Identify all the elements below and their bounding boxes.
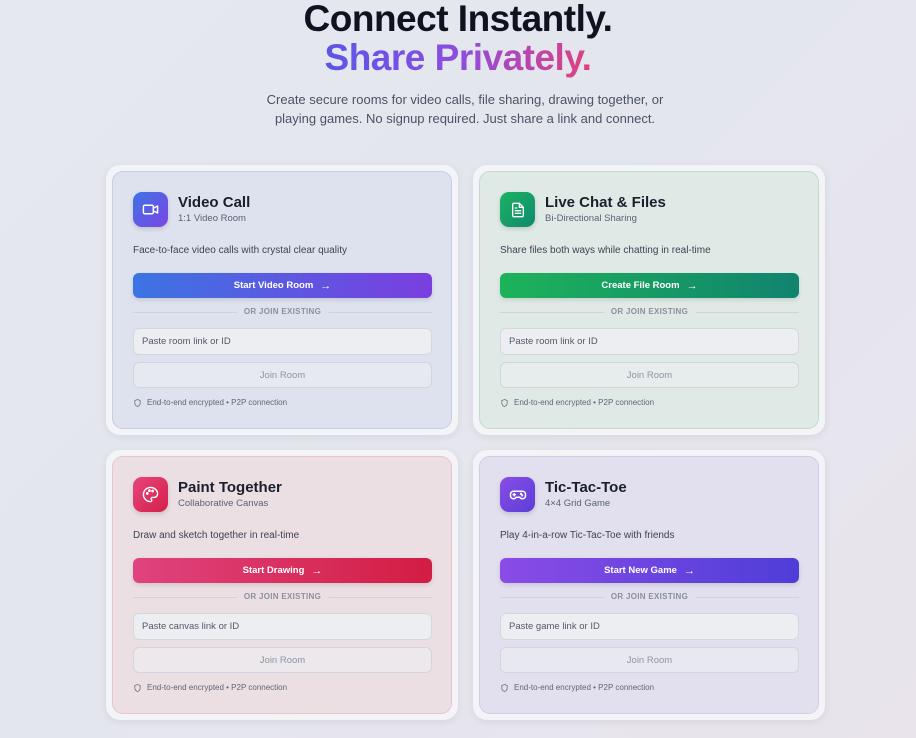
card-title: Paint Together [178,479,282,496]
start-new-game-button[interactable]: Start New Game → [500,558,799,583]
arrow-right-icon: → [683,564,695,577]
card-subtitle: Collaborative Canvas [178,498,269,509]
join-room-button[interactable]: Join Room [500,647,799,673]
join-divider: OR JOIN EXISTING [133,591,432,603]
paint-together-card-frame: Paint Together Collaborative Canvas Draw… [106,450,458,720]
start-drawing-button[interactable]: Start Drawing → [133,558,432,583]
join-room-button[interactable]: Join Room [133,647,432,673]
join-room-button[interactable]: Join Room [133,362,432,388]
live-chat-files-card: Live Chat & Files Bi-Directional Sharing… [479,171,819,429]
button-label: Create File Room [601,280,680,291]
encryption-note-text: End-to-end encrypted • P2P connection [147,683,288,692]
button-label: Start Drawing [242,565,305,576]
canvas-link-input[interactable] [133,613,432,640]
shield-icon [134,683,141,692]
divider-label: OR JOIN EXISTING [603,306,696,318]
join-divider: OR JOIN EXISTING [133,306,432,318]
card-title: Live Chat & Files [545,194,666,211]
divider-label: OR JOIN EXISTING [603,591,696,603]
join-divider: OR JOIN EXISTING [500,306,799,318]
palette-icon [133,477,168,512]
paint-together-card: Paint Together Collaborative Canvas Draw… [112,456,452,714]
room-link-input[interactable] [500,328,799,355]
encryption-note-text: End-to-end encrypted • P2P connection [514,398,655,407]
encryption-note-text: End-to-end encrypted • P2P connection [147,398,288,407]
card-subtitle: 4×4 Grid Game [545,498,611,509]
video-call-card: Video Call 1:1 Video Room Face-to-face v… [112,171,452,429]
card-description: Play 4-in-a-row Tic-Tac-Toe with friends [500,530,675,541]
encryption-note: End-to-end encrypted • P2P connection [134,398,287,407]
arrow-right-icon: → [311,564,323,577]
live-chat-files-card-frame: Live Chat & Files Bi-Directional Sharing… [473,165,825,435]
tic-tac-toe-card: Tic-Tac-Toe 4×4 Grid Game Play 4-in-a-ro… [479,456,819,714]
hero-title-line1: Connect Instantly. [303,0,613,39]
shield-icon [501,398,508,407]
button-label: Start Video Room [233,280,314,291]
video-camera-icon [133,192,168,227]
card-subtitle: 1:1 Video Room [178,213,246,224]
hero-title-line2: Share Privately. [0,37,916,79]
join-room-button[interactable]: Join Room [500,362,799,388]
encryption-note: End-to-end encrypted • P2P connection [501,398,654,407]
shield-icon [134,398,141,407]
tic-tac-toe-card-frame: Tic-Tac-Toe 4×4 Grid Game Play 4-in-a-ro… [473,450,825,720]
join-divider: OR JOIN EXISTING [500,591,799,603]
arrow-right-icon: → [320,279,332,292]
game-link-input[interactable] [500,613,799,640]
card-title: Tic-Tac-Toe [545,479,627,496]
gamepad-icon [500,477,535,512]
divider-label: OR JOIN EXISTING [236,306,329,318]
card-description: Draw and sketch together in real-time [133,530,300,541]
encryption-note-text: End-to-end encrypted • P2P connection [514,683,655,692]
file-document-icon [500,192,535,227]
card-description: Share files both ways while chatting in … [500,245,711,256]
arrow-right-icon: → [686,279,698,292]
hero-subtitle: Create secure rooms for video calls, fil… [266,92,664,126]
shield-icon [501,683,508,692]
divider-label: OR JOIN EXISTING [236,591,329,603]
room-link-input[interactable] [133,328,432,355]
create-file-room-button[interactable]: Create File Room → [500,273,799,298]
button-label: Start New Game [604,565,677,576]
encryption-note: End-to-end encrypted • P2P connection [501,683,654,692]
hero-title-gradient-text: Share Privately. [324,37,592,78]
start-video-room-button[interactable]: Start Video Room → [133,273,432,298]
encryption-note: End-to-end encrypted • P2P connection [134,683,287,692]
card-description: Face-to-face video calls with crystal cl… [133,245,347,256]
card-subtitle: Bi-Directional Sharing [545,213,637,224]
card-title: Video Call [178,194,251,211]
video-call-card-frame: Video Call 1:1 Video Room Face-to-face v… [106,165,458,435]
